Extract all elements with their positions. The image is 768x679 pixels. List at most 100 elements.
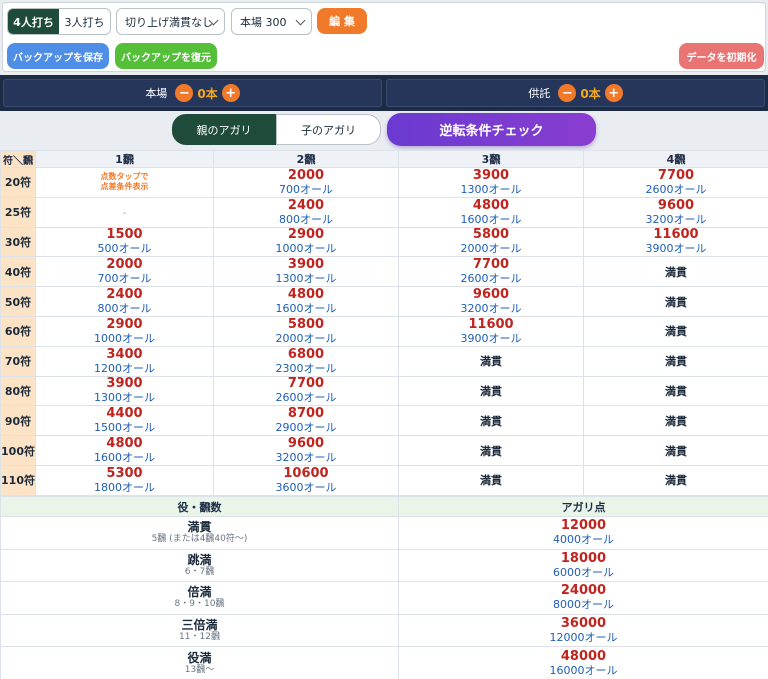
score-cell[interactable]: 4800 1600オール <box>398 196 584 228</box>
mode-4-players[interactable]: 4人打ち <box>8 9 59 34</box>
score-points: 2400 <box>287 197 325 213</box>
score-points: 2400 <box>106 287 143 303</box>
score-cell[interactable]: 11600 3900オール <box>583 226 768 258</box>
mangan-label: 満貫 <box>480 474 502 488</box>
limit-points-cell[interactable]: 12000 4000オール <box>398 516 768 550</box>
score-cell[interactable]: 11600 3900オール <box>398 315 584 347</box>
score-cell[interactable]: 4800 1600オール <box>213 286 399 317</box>
fu-label: 40符 <box>0 256 36 288</box>
score-cell[interactable]: 2000 700オール <box>35 256 214 288</box>
score-points: 6800 <box>287 346 325 362</box>
reset-data-button[interactable]: データを初期化 <box>679 43 764 69</box>
limit-name: 満貫 <box>187 520 212 535</box>
score-cell[interactable]: 7700 2600オール <box>213 375 399 407</box>
score-cell[interactable]: 5300 1800オール <box>35 464 214 496</box>
score-cell[interactable]: 2900 1000オール <box>35 315 214 347</box>
table-row: 80符 3900 1300オール 7700 2600オール 満貫 満貫 <box>0 375 768 407</box>
tab-child-win[interactable]: 子のアガリ <box>276 114 381 145</box>
score-cell-mangan[interactable]: 満貫 <box>398 375 584 407</box>
limit-points-cell[interactable]: 36000 12000オール <box>398 613 768 648</box>
score-payment: 1300オール <box>94 391 155 405</box>
score-cell[interactable]: 3900 1300オール <box>35 375 214 407</box>
score-points: 9600 <box>657 197 695 213</box>
mangan-label: 満貫 <box>665 295 687 309</box>
limit-points: 36000 <box>560 616 607 632</box>
kyotaku-minus-button[interactable]: − <box>558 84 577 102</box>
edit-button[interactable]: 編 集 <box>317 8 367 34</box>
score-cell[interactable]: 3900 1300オール <box>213 256 399 288</box>
score-points: 3900 <box>287 257 325 273</box>
score-cell-mangan[interactable]: 満貫 <box>583 464 768 496</box>
mode-3-players[interactable]: 3人打ち <box>59 9 110 34</box>
honba-value-select[interactable]: 本場 300 <box>231 8 312 35</box>
score-cell-mangan[interactable]: 満貫 <box>583 345 768 377</box>
limit-name: 倍満 <box>187 585 212 600</box>
score-cell[interactable]: 3400 1200オール <box>35 345 214 377</box>
score-payment: 1000オール <box>275 242 337 256</box>
score-cell-mangan[interactable]: 満貫 <box>398 464 584 496</box>
score-cell[interactable]: 3900 1300オール <box>398 167 584 198</box>
table-row: 30符 1500 500オール 2900 1000オール 5800 2000オール 11600… <box>0 226 768 258</box>
honba-plus-button[interactable]: + <box>221 84 240 102</box>
kyotaku-plus-button[interactable]: + <box>604 84 623 102</box>
honba-minus-button[interactable]: − <box>175 84 194 102</box>
score-cell-mangan[interactable]: 満貫 <box>583 405 768 437</box>
score-points: 3900 <box>472 167 510 183</box>
score-cell-mangan[interactable]: 満貫 <box>398 435 584 466</box>
score-payment: 800オール <box>279 212 333 226</box>
score-payment: 500オール <box>97 242 152 256</box>
control-panel: 4人打ち 3人打ち 切り上げ満貫なし 本場 300 編 集 バックアップを保存 … <box>2 2 766 72</box>
score-points: 7700 <box>472 257 510 273</box>
score-cell-mangan[interactable]: 満貫 <box>583 435 768 466</box>
score-cell[interactable]: 4400 1500オール <box>35 405 214 437</box>
score-cell[interactable]: 8700 2900オール <box>213 405 399 437</box>
limit-points-cell[interactable]: 48000 16000オール <box>398 646 768 679</box>
save-backup-button[interactable]: バックアップを保存 <box>7 43 109 69</box>
score-cell[interactable]: 9600 3200オール <box>398 286 584 317</box>
score-payment: 700オール <box>279 182 333 196</box>
score-cell-mangan[interactable]: 満貫 <box>583 286 768 317</box>
limit-points-cell[interactable]: 18000 6000オール <box>398 548 768 583</box>
score-cell-mangan[interactable]: 満貫 <box>398 345 584 377</box>
score-payment: 800オール <box>97 302 152 316</box>
score-cell[interactable]: 4800 1600オール <box>35 435 214 466</box>
limit-points-cell[interactable]: 24000 8000オール <box>398 581 768 615</box>
score-cell[interactable]: 7700 2600オール <box>583 167 768 198</box>
reversal-check-button[interactable]: 逆転条件チェック <box>387 113 596 146</box>
score-cell[interactable]: 6800 2300オール <box>213 345 399 377</box>
score-points: 2000 <box>287 167 325 183</box>
limit-name: 跳満 <box>187 552 212 567</box>
score-cell[interactable]: 2400 800オール <box>35 286 214 317</box>
score-payment: 3900オール <box>460 331 522 345</box>
score-payment: 3200オール <box>645 212 707 226</box>
score-cell[interactable]: 5800 2000オール <box>398 226 584 258</box>
kyotaku-label: 供託 <box>528 87 551 100</box>
score-points: 2900 <box>106 316 143 332</box>
score-cell[interactable]: 9600 3200オール <box>583 196 768 228</box>
score-payment: 3900オール <box>645 242 707 256</box>
score-cell-mangan[interactable]: 満貫 <box>583 315 768 347</box>
score-payment: 2300オール <box>275 361 337 375</box>
score-cell-mangan[interactable]: 満貫 <box>583 256 768 288</box>
score-cell[interactable]: 10600 3600オール <box>213 464 399 496</box>
score-cell[interactable]: 1500 500オール <box>35 226 214 258</box>
mangan-label: 満貫 <box>480 444 502 458</box>
score-cell[interactable]: 9600 3200オール <box>213 435 399 466</box>
score-cell[interactable]: 7700 2600オール <box>398 256 584 288</box>
score-cell[interactable]: 2900 1000オール <box>213 226 399 258</box>
score-cell-mangan[interactable]: 満貫 <box>398 405 584 437</box>
restore-backup-button[interactable]: バックアップを復元 <box>115 43 217 69</box>
score-cell-mangan[interactable]: 満貫 <box>583 375 768 407</box>
score-payment: 1300オール <box>275 272 337 286</box>
score-cell[interactable]: 5800 2000オール <box>213 315 399 347</box>
score-cell[interactable]: 2400 800オール <box>213 196 399 228</box>
tab-parent-win[interactable]: 親のアガリ <box>172 114 276 145</box>
score-points: 4800 <box>472 197 510 213</box>
limit-points: 48000 <box>560 648 607 664</box>
kiriage-mangan-select[interactable]: 切り上げ満貫なし <box>116 8 225 35</box>
score-payment: 2900オール <box>275 421 337 435</box>
score-cell[interactable]: 2000 700オール <box>213 167 399 198</box>
kiriage-select-value: 切り上げ満貫なし <box>125 15 213 29</box>
mangan-label: 満貫 <box>665 414 687 428</box>
mangan-label: 満貫 <box>480 414 502 428</box>
